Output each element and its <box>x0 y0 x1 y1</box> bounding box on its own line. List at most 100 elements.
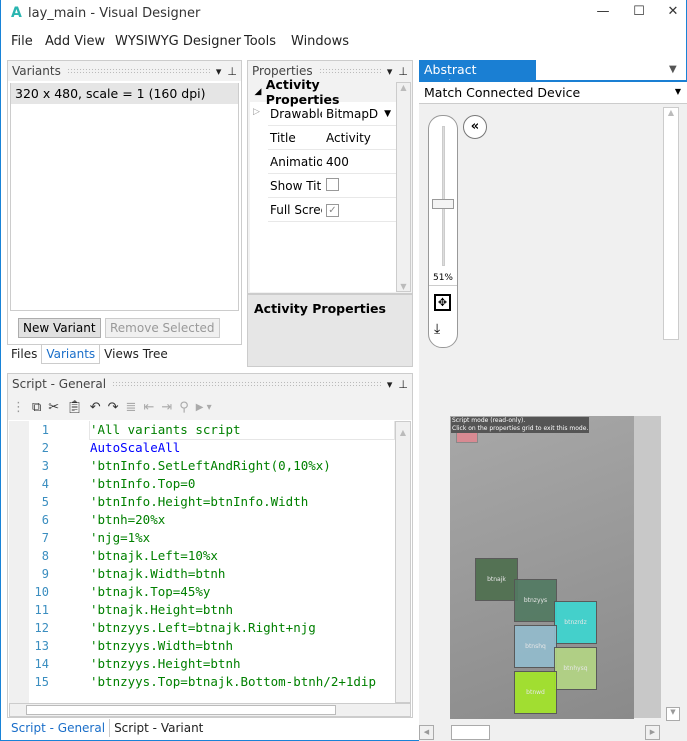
undo-icon[interactable]: ↶ <box>90 400 101 415</box>
new-variant-button[interactable]: New Variant <box>18 318 101 338</box>
tab-abstract-designer[interactable]: Abstract Designer <box>419 60 536 92</box>
panel-menu-icon[interactable]: ▼ <box>669 64 677 75</box>
scroll-left-icon[interactable]: ◀ <box>419 725 434 740</box>
code-line[interactable]: 'btnajk.Left=10%x <box>90 547 218 565</box>
designer-horizontal-scrollbar[interactable]: ◀ ▶ <box>419 725 663 741</box>
zoom-slider-thumb[interactable] <box>432 198 454 209</box>
scroll-thumb[interactable] <box>451 725 490 740</box>
zoom-slider-track[interactable] <box>442 126 445 266</box>
properties-scrollbar[interactable]: ▲ ▼ <box>396 82 411 292</box>
code-line[interactable]: 'njg=1%x <box>90 529 150 547</box>
code-line[interactable]: AutoScaleAll <box>90 439 180 457</box>
show-title-checkbox[interactable] <box>326 177 339 191</box>
fit-icon[interactable]: ✥ <box>434 294 451 311</box>
download-icon[interactable]: ⤓ <box>434 321 440 337</box>
window-title: lay_main - Visual Designer <box>28 6 201 21</box>
property-grid[interactable]: ◢ Activity Properties ▷ Drawable BitmapD ▼ … <box>250 77 396 292</box>
pin-icon[interactable]: ⊥ <box>398 65 408 78</box>
outdent-icon[interactable]: ⇤ <box>143 400 154 415</box>
script-tabs: Script - General Script - Variant <box>7 719 207 737</box>
tab-script-variant[interactable]: Script - Variant <box>110 719 207 737</box>
search-icon[interactable]: ⚲ <box>179 400 189 415</box>
indent-icon[interactable]: ⇥ <box>161 400 172 415</box>
property-value[interactable]: Activity <box>322 131 371 145</box>
maximize-button[interactable]: ☐ <box>629 4 649 22</box>
variants-title: Variants <box>12 64 61 78</box>
property-name: Drawable <box>270 106 322 121</box>
run-icon[interactable]: ▶ ▾ <box>196 402 212 413</box>
scroll-down-icon[interactable]: ▼ <box>666 707 680 721</box>
code-line[interactable]: 'btnInfo.SetLeftAndRight(0,10%x) <box>90 457 331 475</box>
property-value[interactable]: BitmapD <box>322 107 378 121</box>
pin-icon[interactable]: ⊥ <box>398 378 408 391</box>
collapse-left-icon[interactable]: « <box>463 115 487 139</box>
pin-icon[interactable]: ⊥ <box>227 65 237 78</box>
code-line[interactable]: 'btnInfo.Height=btnInfo.Width <box>90 493 308 511</box>
copy-icon[interactable]: ⧉ <box>32 400 41 415</box>
property-row-animation[interactable]: Animation400 <box>268 150 396 174</box>
close-button[interactable]: ✕ <box>663 4 683 22</box>
device-select[interactable]: Match Connected Device ▼ <box>419 82 687 104</box>
code-line[interactable]: 'btnajk.Width=btnh <box>90 565 225 583</box>
view-btnajk[interactable]: btnajk <box>475 558 518 601</box>
property-row-drawable[interactable]: Drawable BitmapD ▼ <box>268 102 396 126</box>
full-screen-checkbox[interactable]: ✓ <box>326 204 339 217</box>
property-row-show-title[interactable]: Show Title <box>268 174 396 198</box>
property-name: Full Screen <box>270 202 322 217</box>
property-name: Show Title <box>270 178 322 193</box>
chevron-down-icon[interactable]: ▼ <box>384 109 391 119</box>
view-btnzyys[interactable]: btnzyys <box>514 579 557 622</box>
expand-icon[interactable]: ▷ <box>253 107 260 117</box>
code-line[interactable]: 'btnInfo.Top=0 <box>90 475 195 493</box>
menu-file[interactable]: File <box>11 34 33 49</box>
line-number: 15 <box>34 675 49 689</box>
script-panel: Script - General ▾ ⊥ ⋮ ⧉ ✂ 📋︎ ↶ ↷ ≣ ⇤ ⇥ ⚲ … <box>7 373 413 718</box>
property-group[interactable]: ◢ Activity Properties <box>250 77 396 107</box>
comment-icon[interactable]: ≣ <box>126 400 137 415</box>
list-item[interactable]: 320 x 480, scale = 1 (160 dpi) <box>11 83 238 104</box>
menu-wysiwyg-designer[interactable]: WYSIWYG Designer <box>115 34 241 49</box>
paste-icon[interactable]: 📋︎ <box>66 400 83 415</box>
designer-vertical-scrollbar[interactable]: ▲ <box>663 107 679 340</box>
cut-icon[interactable]: ✂ <box>48 400 59 415</box>
collapse-icon[interactable]: ◢ <box>250 87 266 97</box>
properties-title: Properties <box>252 64 313 78</box>
property-value[interactable]: 400 <box>322 155 349 169</box>
tab-files[interactable]: Files <box>7 345 41 364</box>
view-btnshq[interactable]: btnshq <box>514 625 557 668</box>
design-canvas[interactable]: Script mode (read-only). Click on the pro… <box>450 416 661 719</box>
code-line[interactable]: 'btnzyys.Width=btnh <box>90 637 233 655</box>
dropdown-icon[interactable]: ▾ <box>387 65 393 78</box>
menu-windows[interactable]: Windows <box>291 34 349 49</box>
view-btnhysq[interactable]: btnhysq <box>554 647 597 690</box>
dropdown-icon[interactable]: ▾ <box>387 378 393 391</box>
code-line[interactable]: 'All variants script <box>89 421 395 440</box>
code-line[interactable]: 'btnzyys.Left=btnajk.Right+njg <box>90 619 316 637</box>
zoom-level: 51% <box>429 273 457 286</box>
tab-views-tree[interactable]: Views Tree <box>100 345 172 364</box>
view-btnzrdz[interactable]: btnzrdz <box>554 601 597 644</box>
tab-variants[interactable]: Variants <box>41 345 101 364</box>
tab-script-general[interactable]: Script - General <box>7 719 111 737</box>
code-line[interactable]: 'btnzyys.Top=btnajk.Bottom-btnh/2+1dip <box>90 673 376 691</box>
redo-icon[interactable]: ↷ <box>108 400 119 415</box>
code-line[interactable]: 'btnzyys.Height=btnh <box>90 655 241 673</box>
variants-list[interactable]: 320 x 480, scale = 1 (160 dpi) <box>10 83 239 311</box>
menu-tools[interactable]: Tools <box>244 34 276 49</box>
property-row-title[interactable]: Title Activity <box>268 126 396 150</box>
code-horizontal-scrollbar[interactable] <box>9 703 411 717</box>
code-line[interactable]: 'btnajk.Height=btnh <box>90 601 233 619</box>
menu-add-view[interactable]: Add View <box>45 34 105 49</box>
property-row-full-screen[interactable]: Full Screen ✓ <box>268 198 396 222</box>
code-line[interactable]: 'btnh=20%x <box>90 511 165 529</box>
dropdown-icon[interactable]: ▾ <box>216 65 222 78</box>
scroll-thumb[interactable] <box>26 705 336 715</box>
code-vertical-scrollbar[interactable]: ▲ <box>395 421 411 703</box>
scroll-right-icon[interactable]: ▶ <box>645 725 660 740</box>
remove-selected-button[interactable]: Remove Selected <box>105 318 220 338</box>
code-line[interactable]: 'btnajk.Top=45%y <box>90 583 210 601</box>
minimize-button[interactable]: — <box>593 4 613 22</box>
code-editor[interactable]: 1 'All variants script 2 AutoScaleAll 3 'btnI… <box>9 421 395 703</box>
chevron-down-icon: ▼ <box>674 87 681 96</box>
view-btnwd[interactable]: btnwd <box>514 671 557 714</box>
